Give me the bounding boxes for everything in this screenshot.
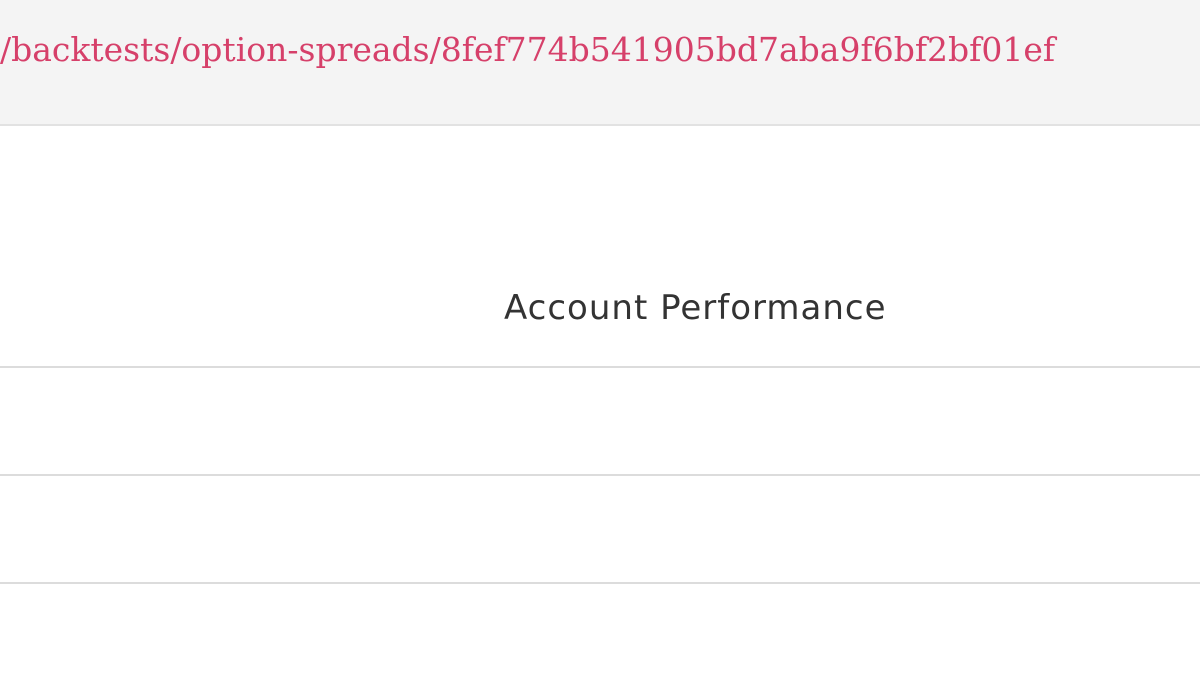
code-block: /backtests/option-spreads/8fef774b541905… bbox=[0, 0, 1200, 126]
table-row-divider bbox=[0, 582, 1200, 584]
url-path-text: /backtests/option-spreads/8fef774b541905… bbox=[0, 30, 1056, 69]
performance-table: Account Performance bbox=[0, 126, 1200, 675]
table-row-divider bbox=[0, 474, 1200, 476]
table-header-account-performance: Account Performance bbox=[504, 288, 887, 328]
table-row-divider bbox=[0, 366, 1200, 368]
